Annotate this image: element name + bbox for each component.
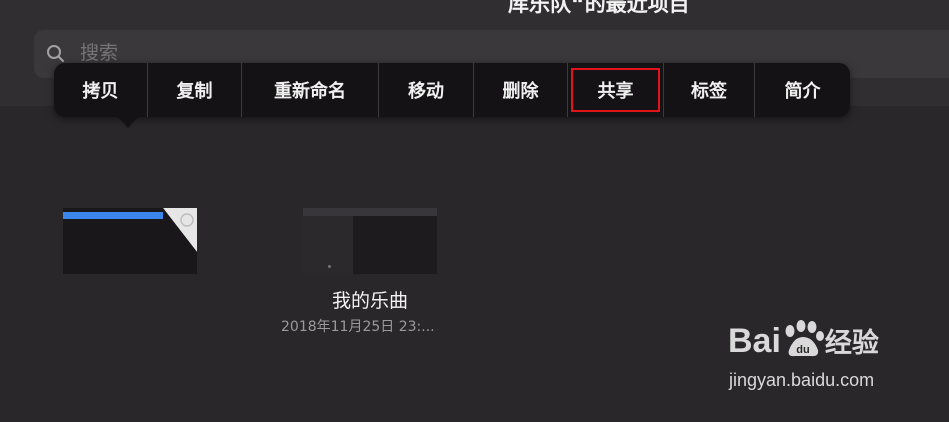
menu-item-tags[interactable]: 标签 [663, 63, 754, 117]
search-input[interactable] [78, 41, 682, 65]
page-title: 库乐队“的最近项目 [508, 0, 690, 16]
svg-text:du: du [796, 344, 809, 356]
page-fold-icon [163, 208, 197, 252]
file-name: 我的乐曲 [331, 290, 408, 312]
menu-item-duplicate[interactable]: 复制 [147, 63, 241, 117]
watermark-url: jingyan.baidu.com [729, 370, 875, 390]
menu-item-info[interactable]: 简介 [754, 63, 850, 117]
thumbnail-toolbar [303, 208, 437, 216]
watermark: Bai du 经验 jingyan.baidu.com [728, 320, 928, 400]
watermark-logo-left: Bai [728, 322, 781, 360]
menu-item-rename[interactable]: 重新命名 [241, 63, 378, 117]
paw-logo-icon: du [785, 320, 824, 357]
file-thumbnail-selected[interactable] [63, 208, 197, 274]
thumbnail-dot [328, 265, 331, 268]
context-menu: 拷贝 复制 重新命名 移动 删除 共享 标签 简介 [54, 63, 850, 117]
file-date: 2018年11月25日 23:... [281, 319, 435, 335]
watermark-product: 经验 [824, 328, 879, 358]
watermark-logo: Bai du 经验 [728, 320, 879, 361]
search-icon [47, 45, 65, 63]
menu-item-share[interactable]: 共享 [567, 63, 663, 117]
file-thumbnail[interactable] [303, 208, 437, 274]
file-progress-bar [63, 212, 163, 219]
menu-item-move[interactable]: 移动 [378, 63, 473, 117]
menu-item-copy[interactable]: 拷贝 [54, 63, 147, 117]
menu-item-delete[interactable]: 删除 [473, 63, 567, 117]
context-menu-pointer [117, 116, 139, 128]
